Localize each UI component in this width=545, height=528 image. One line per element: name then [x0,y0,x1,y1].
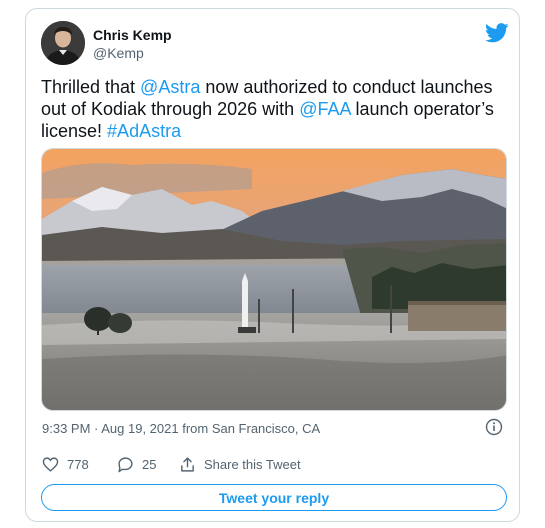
author-handle[interactable]: @Kemp [93,45,144,61]
tweet-text: Thrilled that @Astra now authorized to c… [41,76,511,142]
tweet-text-segment: Thrilled that [41,77,141,97]
hashtag-adastra-link[interactable]: #AdAstra [107,121,181,141]
tweet-your-reply-button[interactable]: Tweet your reply [41,484,507,511]
tweet-timestamp[interactable]: 9:33 PM · Aug 19, 2021 from San Francisc… [42,421,320,436]
tweet-card: Chris Kemp @Kemp Thrilled that @Astra no… [25,8,520,522]
tweet-actions: 778 25 Share this Tweet [42,456,512,476]
twitter-bird-icon[interactable] [485,23,509,43]
avatar[interactable] [41,21,85,65]
reply-count: 25 [142,457,157,472]
tweet-photo[interactable] [41,148,507,411]
share-label: Share this Tweet [204,457,301,472]
mention-faa-link[interactable]: @FAA [299,99,350,119]
heart-icon [42,457,59,472]
reply-button[interactable]: 25 [117,456,156,473]
author-name[interactable]: Chris Kemp [93,27,172,43]
share-icon [181,457,194,472]
like-count: 778 [67,457,89,472]
mention-astra-link[interactable]: @Astra [140,77,200,97]
reply-bubble-icon [118,457,133,473]
like-button[interactable]: 778 [42,456,89,473]
info-icon[interactable] [485,418,503,436]
share-button[interactable]: Share this Tweet [179,456,301,473]
